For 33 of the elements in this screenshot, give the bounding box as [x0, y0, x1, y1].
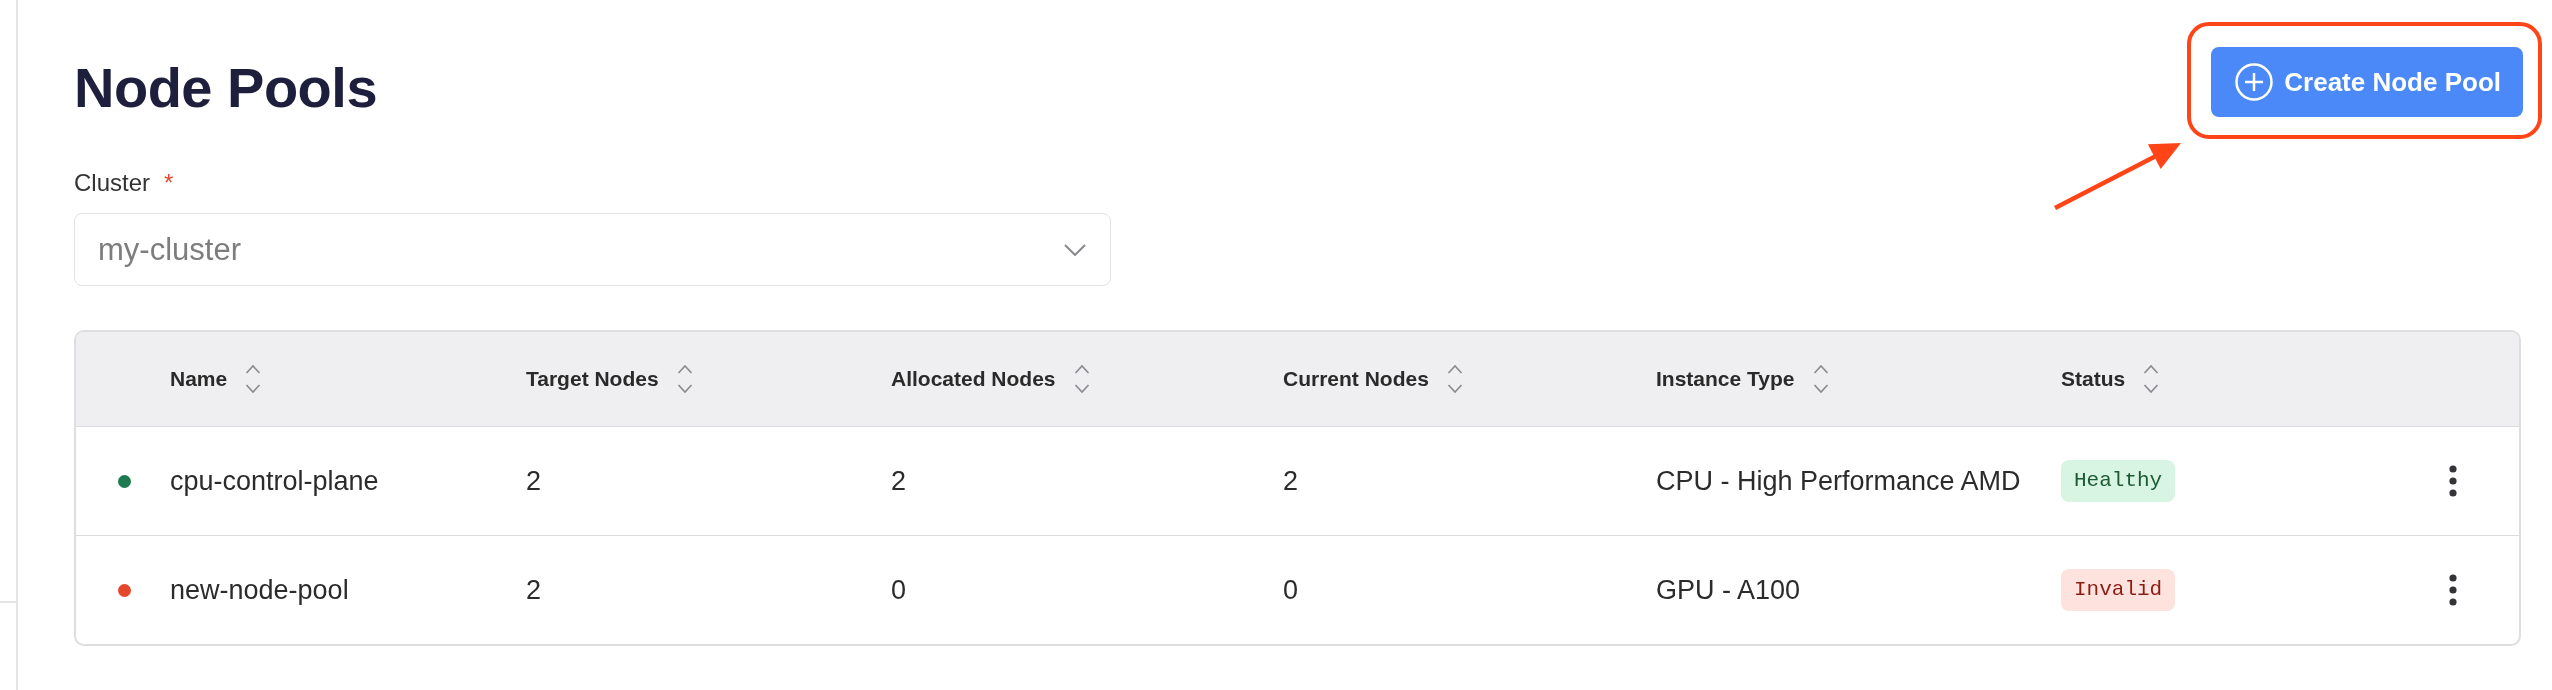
status-badge: Healthy [2061, 460, 2176, 502]
target-nodes-value: 2 [526, 465, 542, 496]
sort-icon[interactable] [245, 363, 262, 395]
column-heading: Current Nodes [1283, 367, 1429, 391]
instance-type-text: CPU - High Performance AMD [1656, 465, 2021, 496]
pool-name: new-node-pool [170, 574, 349, 605]
column-heading: Status [2061, 367, 2126, 391]
current-nodes-value: 2 [1283, 465, 1299, 496]
pool-name: cpu-control-plane [170, 465, 379, 496]
sort-icon[interactable] [1446, 363, 1463, 395]
more-options-icon[interactable] [2449, 465, 2457, 497]
page-title: Node Pools [74, 55, 378, 121]
sort-icon[interactable] [676, 363, 693, 395]
target-nodes-value: 2 [526, 574, 542, 605]
allocated-nodes-value: 0 [891, 574, 907, 605]
column-heading: Allocated Nodes [891, 367, 1056, 391]
sort-icon[interactable] [1073, 363, 1090, 395]
column-heading: Name [170, 367, 228, 391]
field-label: Cluster [74, 169, 151, 197]
create-node-pool-button[interactable]: Create Node Pool [2211, 47, 2523, 117]
cluster-select[interactable]: my-cluster [74, 213, 1111, 286]
column-heading: Target Nodes [526, 367, 659, 391]
current-nodes-value: 0 [1283, 574, 1299, 605]
more-options-icon[interactable] [2449, 574, 2457, 606]
plus-circle-icon [2235, 63, 2274, 101]
instance-type-text: GPU - A100 [1656, 574, 1801, 605]
required-asterisk: * [164, 169, 174, 197]
status-badge: Invalid [2061, 569, 2176, 611]
sort-icon[interactable] [2143, 363, 2160, 395]
column-heading: Instance Type [1656, 367, 1795, 391]
sort-icon[interactable] [1812, 363, 1829, 395]
allocated-nodes-value: 2 [891, 465, 907, 496]
chevron-down-icon [1064, 243, 1086, 256]
